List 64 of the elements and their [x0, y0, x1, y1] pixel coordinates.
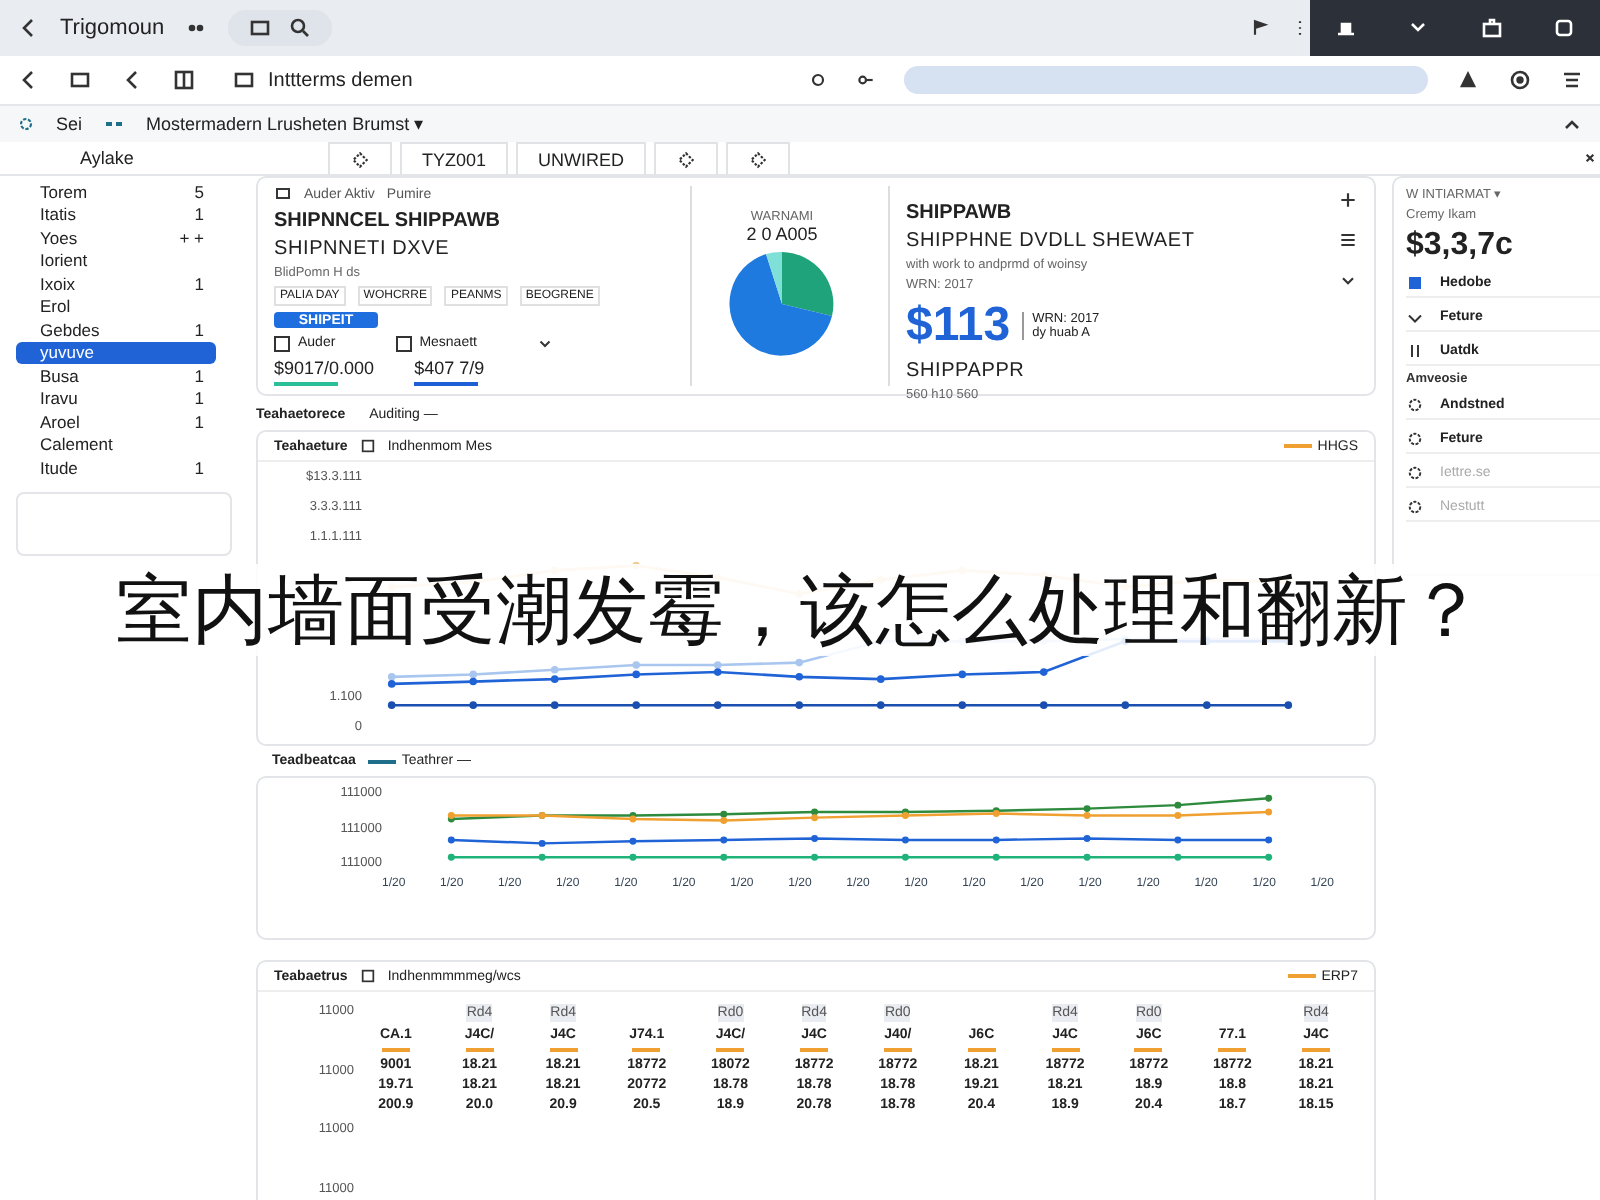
- search-icon: [288, 16, 313, 40]
- summary-amount: $113: [906, 298, 1011, 354]
- sidebar-item[interactable]: Aroel 1: [16, 410, 216, 433]
- square-icon[interactable]: [1551, 16, 1576, 40]
- sidebar-item[interactable]: Busa 1: [16, 364, 216, 387]
- sidebar-item[interactable]: Erol: [16, 295, 216, 318]
- briefcase-icon[interactable]: [1479, 16, 1504, 40]
- dash-marker: [967, 1048, 996, 1052]
- dash-marker: [381, 1048, 410, 1052]
- sidebar-item[interactable]: Gebdes 1: [16, 318, 216, 341]
- pie-label: 2 0 A005: [746, 223, 818, 243]
- summary-heading: SHIPPHNE DVDLL SHEWAET: [906, 230, 1197, 252]
- sidebar-item[interactable]: Itude 1: [16, 456, 216, 479]
- tab[interactable]: [328, 142, 392, 174]
- bookmark-link[interactable]: Sei: [56, 114, 83, 134]
- plus-icon[interactable]: [1338, 190, 1358, 210]
- window-icon: [248, 16, 273, 40]
- card-subtitle: SHIPNNETI DXVE: [274, 238, 452, 260]
- sidebar-item[interactable]: Ixoix 1: [16, 272, 216, 295]
- bookmark-link[interactable]: Mostermadern Lrusheten Brumst ▾: [146, 114, 425, 134]
- card-title: SHIPNNCEL SHIPPAWB: [274, 210, 502, 232]
- sidebar-item[interactable]: Iravu 1: [16, 387, 216, 410]
- sidebar-item[interactable]: Iorient: [16, 249, 216, 272]
- summary-footer: SHIPPAPPR: [906, 360, 1322, 382]
- tab-strip-label: Aylake: [80, 148, 136, 168]
- eye-icon[interactable]: [1508, 68, 1532, 92]
- page-icon: [232, 68, 256, 92]
- tab[interactable]: TYZ001: [400, 142, 509, 174]
- diamond-icon: [350, 149, 370, 169]
- diamond-icon: [676, 149, 697, 169]
- tab-search-pill[interactable]: [228, 10, 333, 46]
- sidebar-item[interactable]: Yoes + +: [16, 226, 216, 249]
- square-icon: [1406, 274, 1424, 292]
- dash-marker: [1302, 1048, 1331, 1052]
- dash-marker: [1218, 1048, 1247, 1052]
- grid-icon[interactable]: [172, 68, 196, 92]
- window-title: Trigomoun: [60, 16, 165, 40]
- dash-marker: [632, 1048, 661, 1052]
- tab[interactable]: [654, 142, 719, 174]
- tab[interactable]: UNWIRED: [516, 142, 647, 174]
- dash-marker: [716, 1048, 745, 1052]
- dash-marker: [1134, 1048, 1163, 1052]
- flag-icon[interactable]: [1250, 18, 1270, 38]
- frame-icon[interactable]: [68, 68, 92, 92]
- figure-value: $407 7/9: [414, 358, 485, 378]
- address-field[interactable]: Inttterms demen: [224, 64, 780, 96]
- tab[interactable]: [726, 142, 791, 174]
- dash-marker: [465, 1048, 494, 1052]
- diamond-icon: [748, 149, 769, 169]
- summary-title: SHIPPAWB: [906, 202, 1014, 224]
- dash-marker: [800, 1048, 829, 1052]
- dash-marker: [883, 1048, 912, 1052]
- menu-icon[interactable]: [1338, 230, 1358, 250]
- dash-marker: [549, 1048, 578, 1052]
- dash-marker: [1051, 1048, 1080, 1052]
- panel-amount: $3,3,7c: [1406, 228, 1515, 264]
- close-icon[interactable]: [1580, 148, 1600, 168]
- sidebar-item[interactable]: Calement: [16, 433, 216, 456]
- sidebar-item[interactable]: Torem 5: [16, 180, 216, 203]
- figure-value: $9017/0.000: [274, 358, 375, 378]
- key-icon[interactable]: [856, 70, 876, 90]
- pause-icon: [1406, 342, 1424, 360]
- sidebar-item[interactable]: yuvuve: [16, 341, 216, 364]
- sidebar-item[interactable]: Itatis 1: [16, 203, 216, 226]
